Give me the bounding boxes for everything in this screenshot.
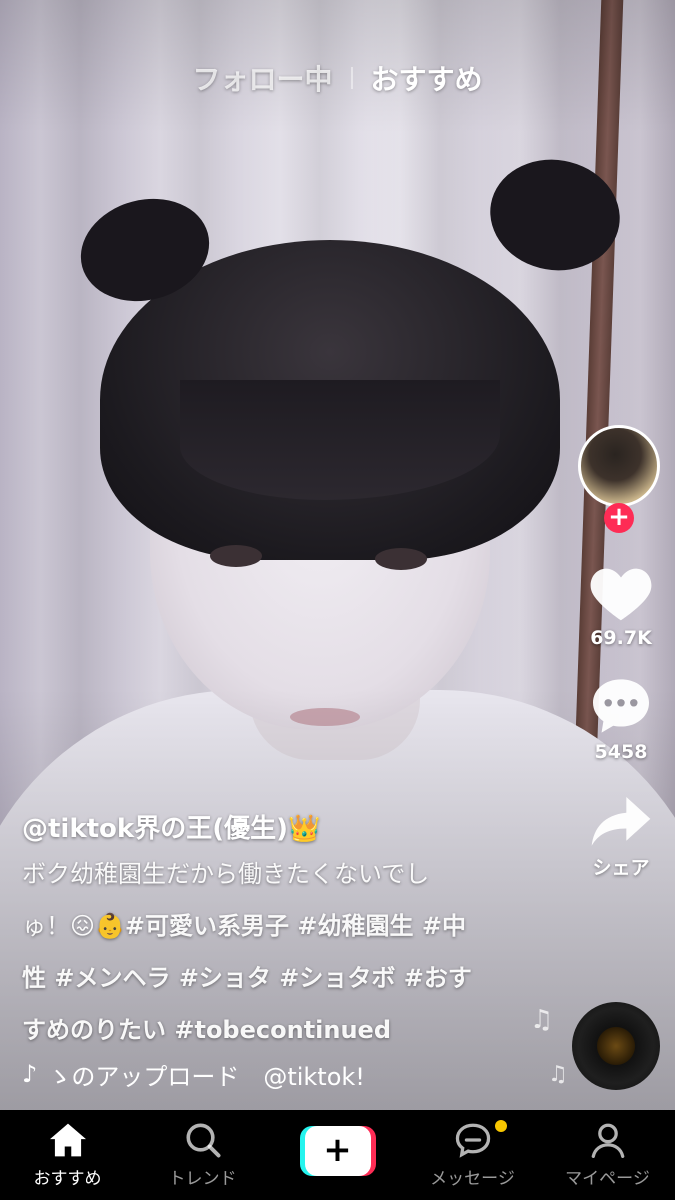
profile-icon	[591, 1123, 624, 1158]
avatar[interactable]	[578, 425, 660, 507]
music-note-icon: ♫	[548, 1062, 568, 1087]
nav-inbox-label: メッセージ	[430, 1169, 515, 1189]
music-disc[interactable]	[572, 1002, 660, 1090]
search-icon	[185, 1123, 221, 1158]
description-text: ゅ！😖👶	[22, 912, 125, 940]
tab-divider	[350, 67, 353, 89]
comment-button[interactable]: 5458	[578, 675, 664, 763]
music-note-icon: ♫	[530, 1005, 554, 1035]
nav-profile[interactable]: マイページ	[540, 1110, 675, 1200]
music-note-icon: ♪	[22, 1060, 38, 1088]
nav-home-label: おすすめ	[33, 1169, 102, 1189]
like-button[interactable]: 69.7K	[578, 563, 664, 649]
creator-avatar-group: +	[578, 425, 664, 533]
description-text: すめのりたい	[22, 1016, 175, 1044]
description-line: ゅ！😖👶#可愛い系男子 #幼稚園生 #中	[22, 900, 522, 952]
nav-discover-label: トレンド	[168, 1169, 237, 1189]
description-line: ボク幼稚園生だから働きたくないでし	[22, 860, 430, 888]
plus-icon: +	[304, 1126, 371, 1176]
tab-following[interactable]: フォロー中	[192, 58, 332, 98]
description-line: すめのりたい #tobecontinued	[22, 1004, 522, 1056]
sound-title: ゝのアップロード @tiktok!	[47, 1062, 365, 1091]
inbox-icon	[455, 1123, 490, 1158]
bottom-nav: おすすめ トレンド + メッセージ マイページ	[0, 1110, 675, 1200]
video-description: ボク幼稚園生だから働きたくないでし ゅ！😖👶#可愛い系男子 #幼稚園生 #中 性…	[22, 848, 522, 1056]
sound-row[interactable]: ♪ ゝのアップロード @tiktok!	[22, 1054, 542, 1094]
heart-icon	[590, 568, 652, 621]
comment-icon	[593, 679, 649, 733]
like-count: 69.7K	[590, 627, 652, 649]
notification-dot	[495, 1120, 507, 1132]
nav-inbox[interactable]: メッセージ	[405, 1110, 540, 1200]
nav-profile-label: マイページ	[565, 1169, 650, 1189]
action-rail: + 69.7K 5458 シェア	[578, 425, 664, 880]
feed-tabs: フォロー中 おすすめ	[0, 58, 675, 98]
share-button[interactable]: シェア	[578, 793, 664, 880]
nav-discover[interactable]: トレンド	[135, 1110, 270, 1200]
create-button[interactable]: +	[299, 1126, 376, 1176]
nav-create[interactable]: +	[270, 1110, 405, 1200]
home-icon	[49, 1123, 86, 1157]
hashtag-list[interactable]: #可愛い系男子 #幼稚園生 #中	[125, 912, 466, 940]
share-arrow-icon	[591, 797, 651, 846]
nav-home[interactable]: おすすめ	[0, 1110, 135, 1200]
video-caption: @tiktok界の王(優生)👑 ボク幼稚園生だから働きたくないでし ゅ！😖👶#可…	[22, 808, 522, 1056]
hashtag-list[interactable]: 性 #メンヘラ #ショタ #ショタボ #おす	[22, 952, 522, 1004]
creator-username[interactable]: @tiktok界の王(優生)👑	[22, 808, 522, 848]
comment-count: 5458	[594, 741, 648, 763]
tab-for-you[interactable]: おすすめ	[371, 58, 483, 98]
hashtag-tobecontinued[interactable]: #tobecontinued	[174, 1016, 391, 1044]
follow-button[interactable]: +	[604, 503, 634, 533]
share-label: シェア	[592, 857, 650, 879]
